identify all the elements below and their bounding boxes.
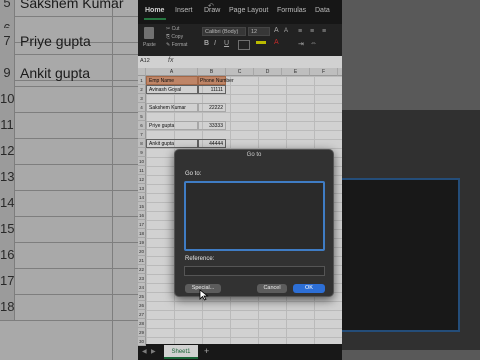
- goto-list[interactable]: [184, 181, 325, 251]
- mouse-pointer-icon: [199, 289, 209, 301]
- cancel-button[interactable]: Cancel: [257, 284, 287, 293]
- reference-label: Reference:: [185, 256, 215, 262]
- reference-input[interactable]: [184, 266, 325, 276]
- goto-label: Go to:: [185, 171, 202, 177]
- ok-button[interactable]: OK: [293, 284, 325, 293]
- goto-dialog: Go to Go to: Reference: Special... Cance…: [174, 149, 334, 297]
- dialog-title: Go to: [246, 152, 262, 158]
